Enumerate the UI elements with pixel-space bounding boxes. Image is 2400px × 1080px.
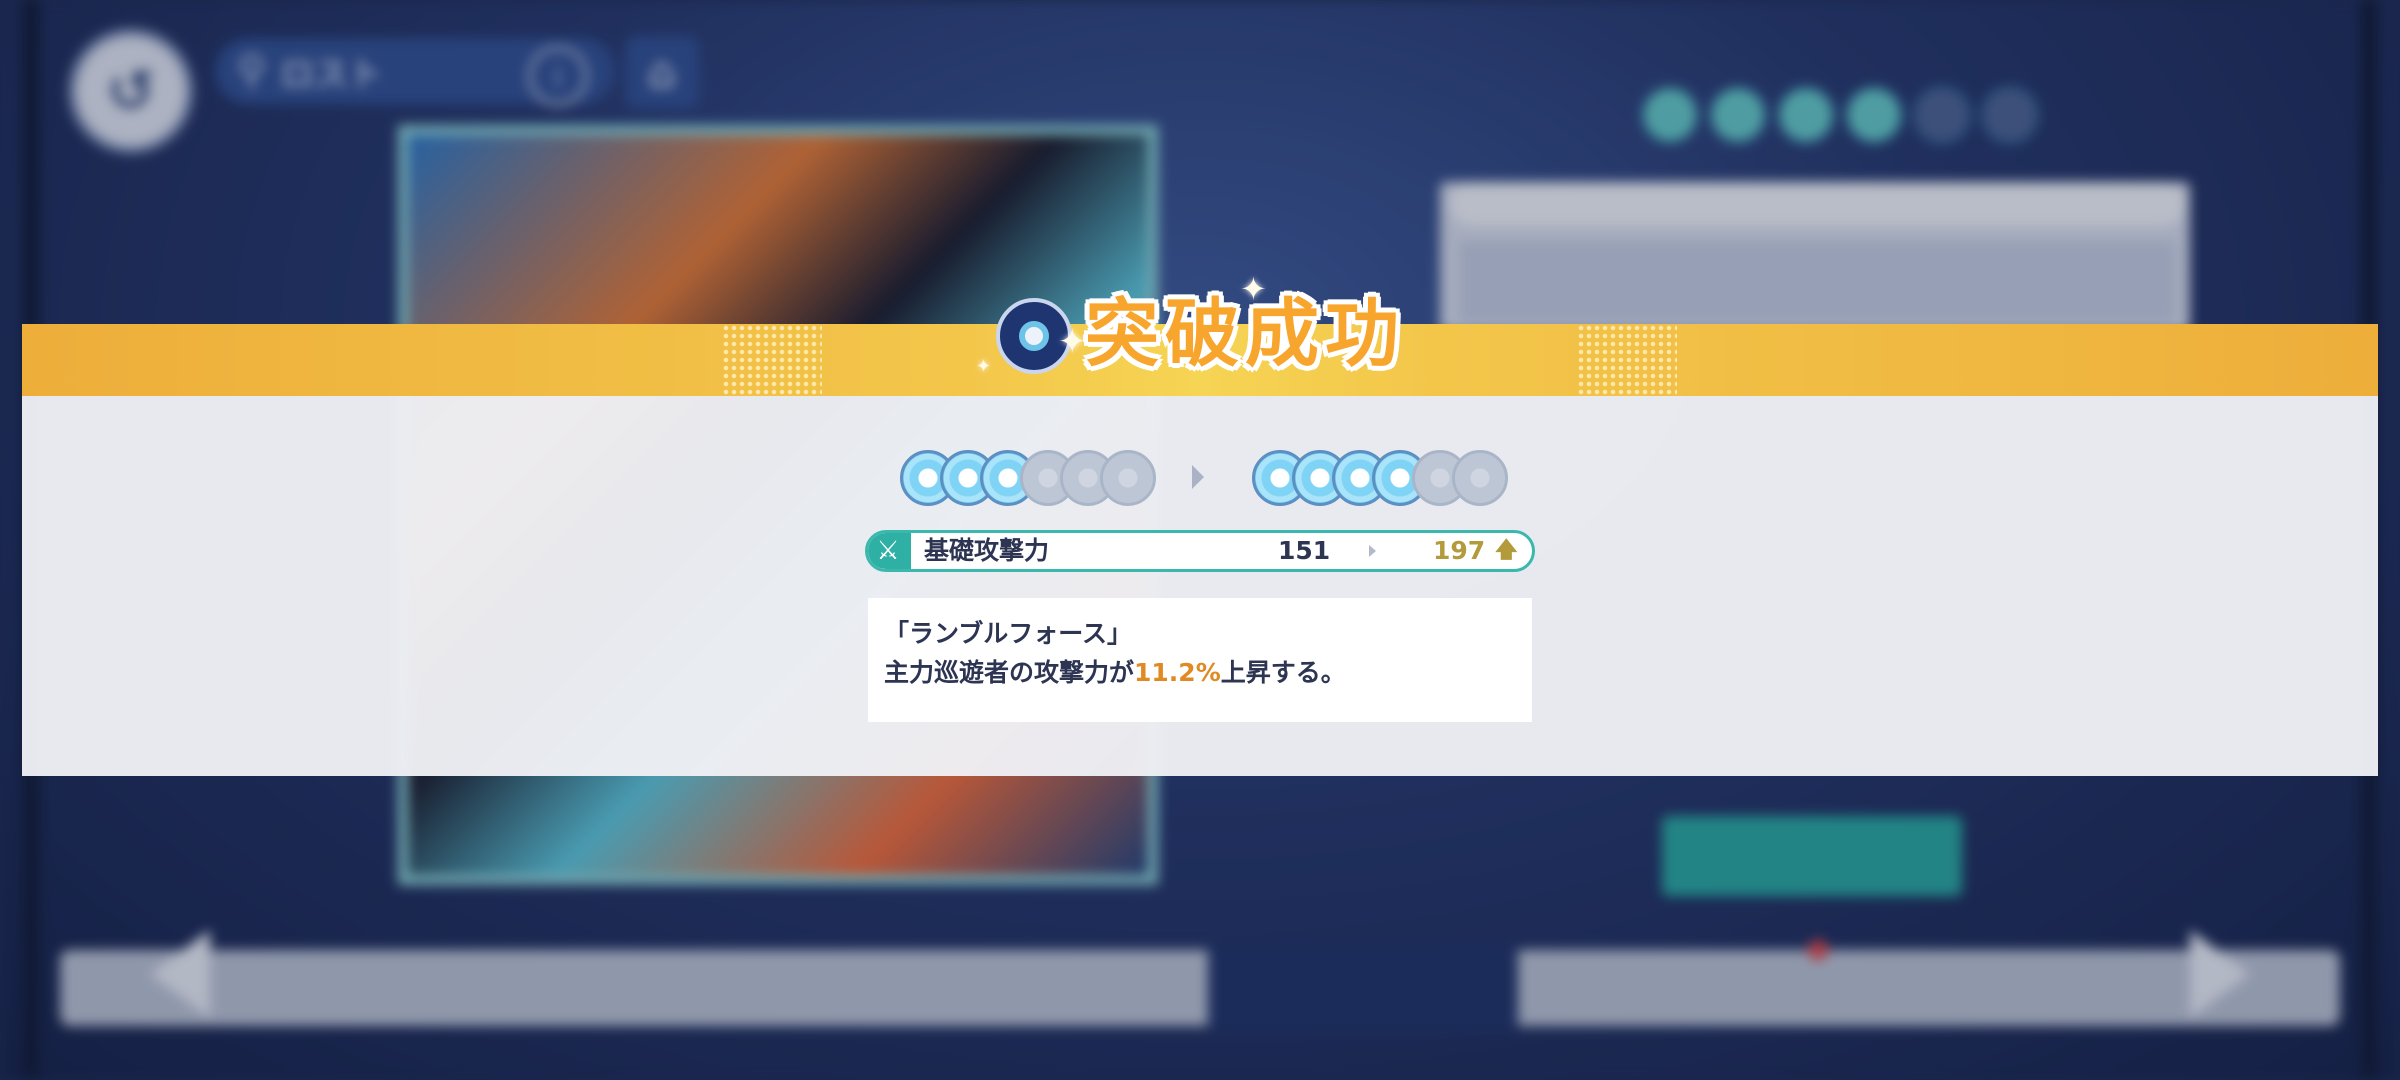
disc-icon-center [1019,321,1049,351]
arrow-right-icon [1192,465,1204,489]
desc-value: 11.2% [1134,658,1221,687]
up-arrow-icon: 🡅 [1495,538,1518,563]
sword-icon: ⚔ [868,533,911,569]
rarity-after [1252,450,1508,506]
stat-arrow-icon [1369,545,1376,557]
rarity-dot-empty [1100,450,1156,506]
stat-row: ⚔ 基礎攻撃力 151 197 🡅 [865,530,1535,572]
stat-old-value: 151 [1278,536,1331,565]
stat-new-value: 197 [1433,536,1486,565]
sparkle-icon: ✦ [1058,322,1087,362]
banner-pattern-right [1577,324,1677,396]
sparkle-icon: ✦ [976,356,992,377]
stat-name: 基礎攻撃力 [924,536,1050,565]
rarity-before [900,450,1156,506]
desc-prefix: 主力巡遊者の攻撃力が [884,658,1135,687]
rarity-dot-empty [1452,450,1508,506]
skill-description: 主力巡遊者の攻撃力が11.2%上昇する。 [884,652,1516,694]
sparkle-icon: ✦ [1240,270,1267,308]
banner-pattern-left [722,324,822,396]
desc-suffix: 上昇する。 [1220,658,1346,687]
skill-name: 「ランブルフォース」 [884,619,1133,648]
skill-description-box: 「ランブルフォース」 主力巡遊者の攻撃力が11.2%上昇する。 [868,598,1532,722]
